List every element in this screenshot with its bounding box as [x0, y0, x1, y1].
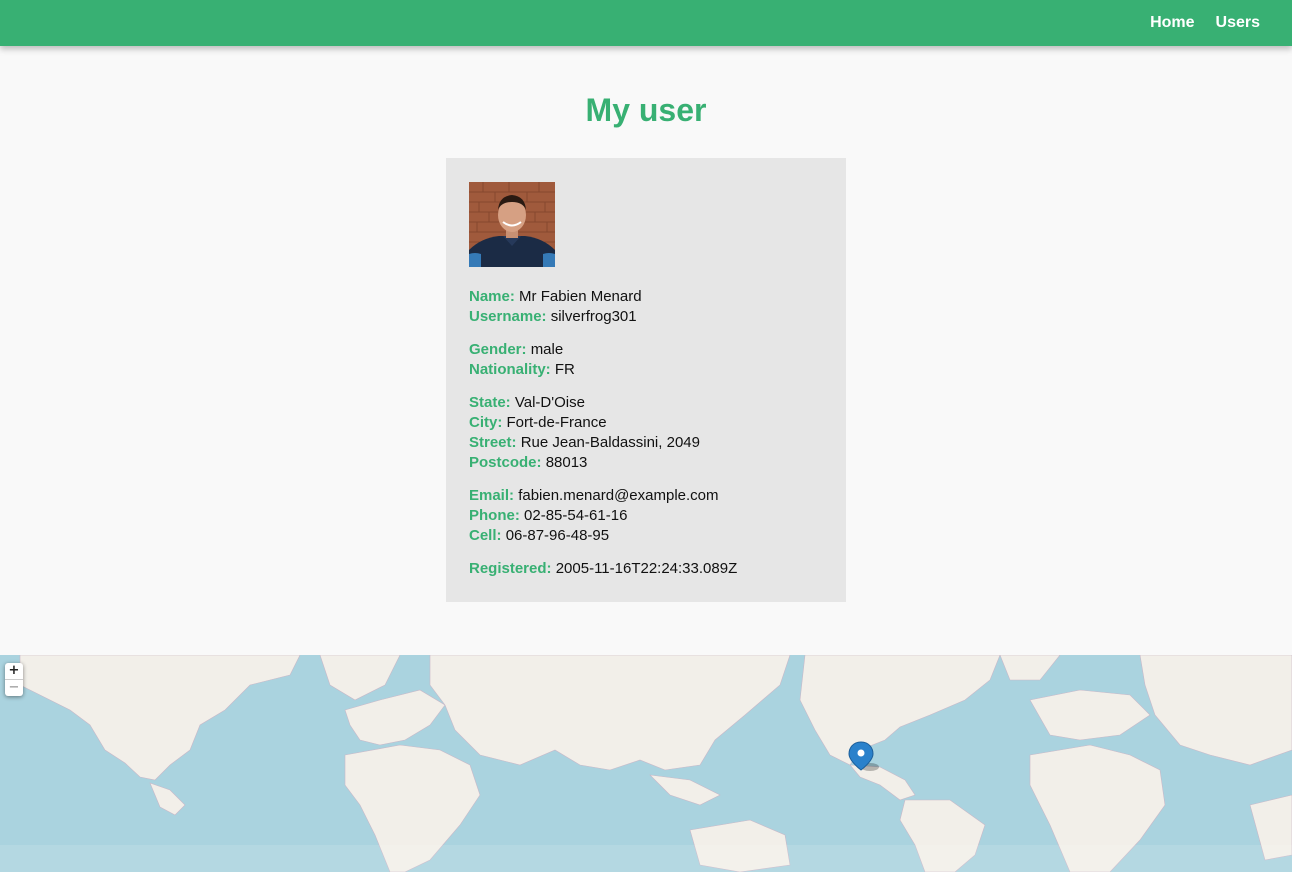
name-row: Name: Mr Fabien Menard — [469, 287, 823, 307]
registered-row: Registered: 2005-11-16T22:24:33.089Z — [469, 559, 823, 579]
address-group: State: Val-D'Oise City: Fort-de-France S… — [469, 393, 823, 473]
cell-label: Cell: — [469, 527, 502, 544]
postcode-label: Postcode: — [469, 454, 542, 471]
phone-row: Phone: 02-85-54-61-16 — [469, 506, 823, 526]
street-value: Rue Jean-Baldassini, 2049 — [520, 434, 700, 451]
gender-row: Gender: male — [469, 340, 823, 360]
identity-group: Name: Mr Fabien Menard Username: silverf… — [469, 287, 823, 327]
city-value: Fort-de-France — [506, 414, 607, 431]
phone-value: 02-85-54-61-16 — [524, 507, 628, 524]
world-map[interactable]: + − — [0, 655, 1292, 872]
name-label: Name: — [469, 288, 515, 305]
state-row: State: Val-D'Oise — [469, 393, 823, 413]
state-label: State: — [469, 394, 511, 411]
nationality-row: Nationality: FR — [469, 360, 823, 380]
username-value: silverfrog301 — [550, 308, 637, 325]
gender-value: male — [530, 341, 564, 358]
city-row: City: Fort-de-France — [469, 413, 823, 433]
avatar — [469, 182, 555, 267]
nationality-label: Nationality: — [469, 361, 551, 378]
registered-label: Registered: — [469, 560, 552, 577]
nav-link-home[interactable]: Home — [1150, 14, 1194, 32]
postcode-value: 88013 — [545, 454, 588, 471]
zoom-in-button[interactable]: + — [5, 663, 23, 680]
page-title: My user — [585, 92, 707, 128]
email-row: Email: fabien.menard@example.com — [469, 486, 823, 506]
email-value: fabien.menard@example.com — [518, 487, 719, 504]
username-label: Username: — [469, 308, 547, 325]
registration-group: Registered: 2005-11-16T22:24:33.089Z — [469, 559, 823, 579]
zoom-out-button[interactable]: − — [5, 680, 23, 696]
nav-link-users[interactable]: Users — [1216, 14, 1260, 32]
user-card: Name: Mr Fabien Menard Username: silverf… — [446, 158, 846, 602]
street-row: Street: Rue Jean-Baldassini, 2049 — [469, 433, 823, 453]
map-zoom-control: + − — [5, 663, 23, 696]
username-row: Username: silverfrog301 — [469, 307, 823, 327]
registered-value: 2005-11-16T22:24:33.089Z — [555, 560, 738, 577]
state-value: Val-D'Oise — [514, 394, 585, 411]
nationality-value: FR — [554, 361, 575, 378]
city-label: City: — [469, 414, 503, 431]
email-label: Email: — [469, 487, 515, 504]
contact-group: Email: fabien.menard@example.com Phone: … — [469, 486, 823, 546]
demographics-group: Gender: male Nationality: FR — [469, 340, 823, 380]
gender-label: Gender: — [469, 341, 527, 358]
street-label: Street: — [469, 434, 517, 451]
name-value: Mr Fabien Menard — [519, 288, 642, 305]
map-tiles[interactable] — [0, 655, 1292, 872]
postcode-row: Postcode: 88013 — [469, 453, 823, 473]
top-navbar: Home Users — [0, 0, 1292, 46]
nav-links: Home Users — [1150, 0, 1260, 46]
phone-label: Phone: — [469, 507, 520, 524]
cell-row: Cell: 06-87-96-48-95 — [469, 526, 823, 546]
cell-value: 06-87-96-48-95 — [505, 527, 610, 544]
